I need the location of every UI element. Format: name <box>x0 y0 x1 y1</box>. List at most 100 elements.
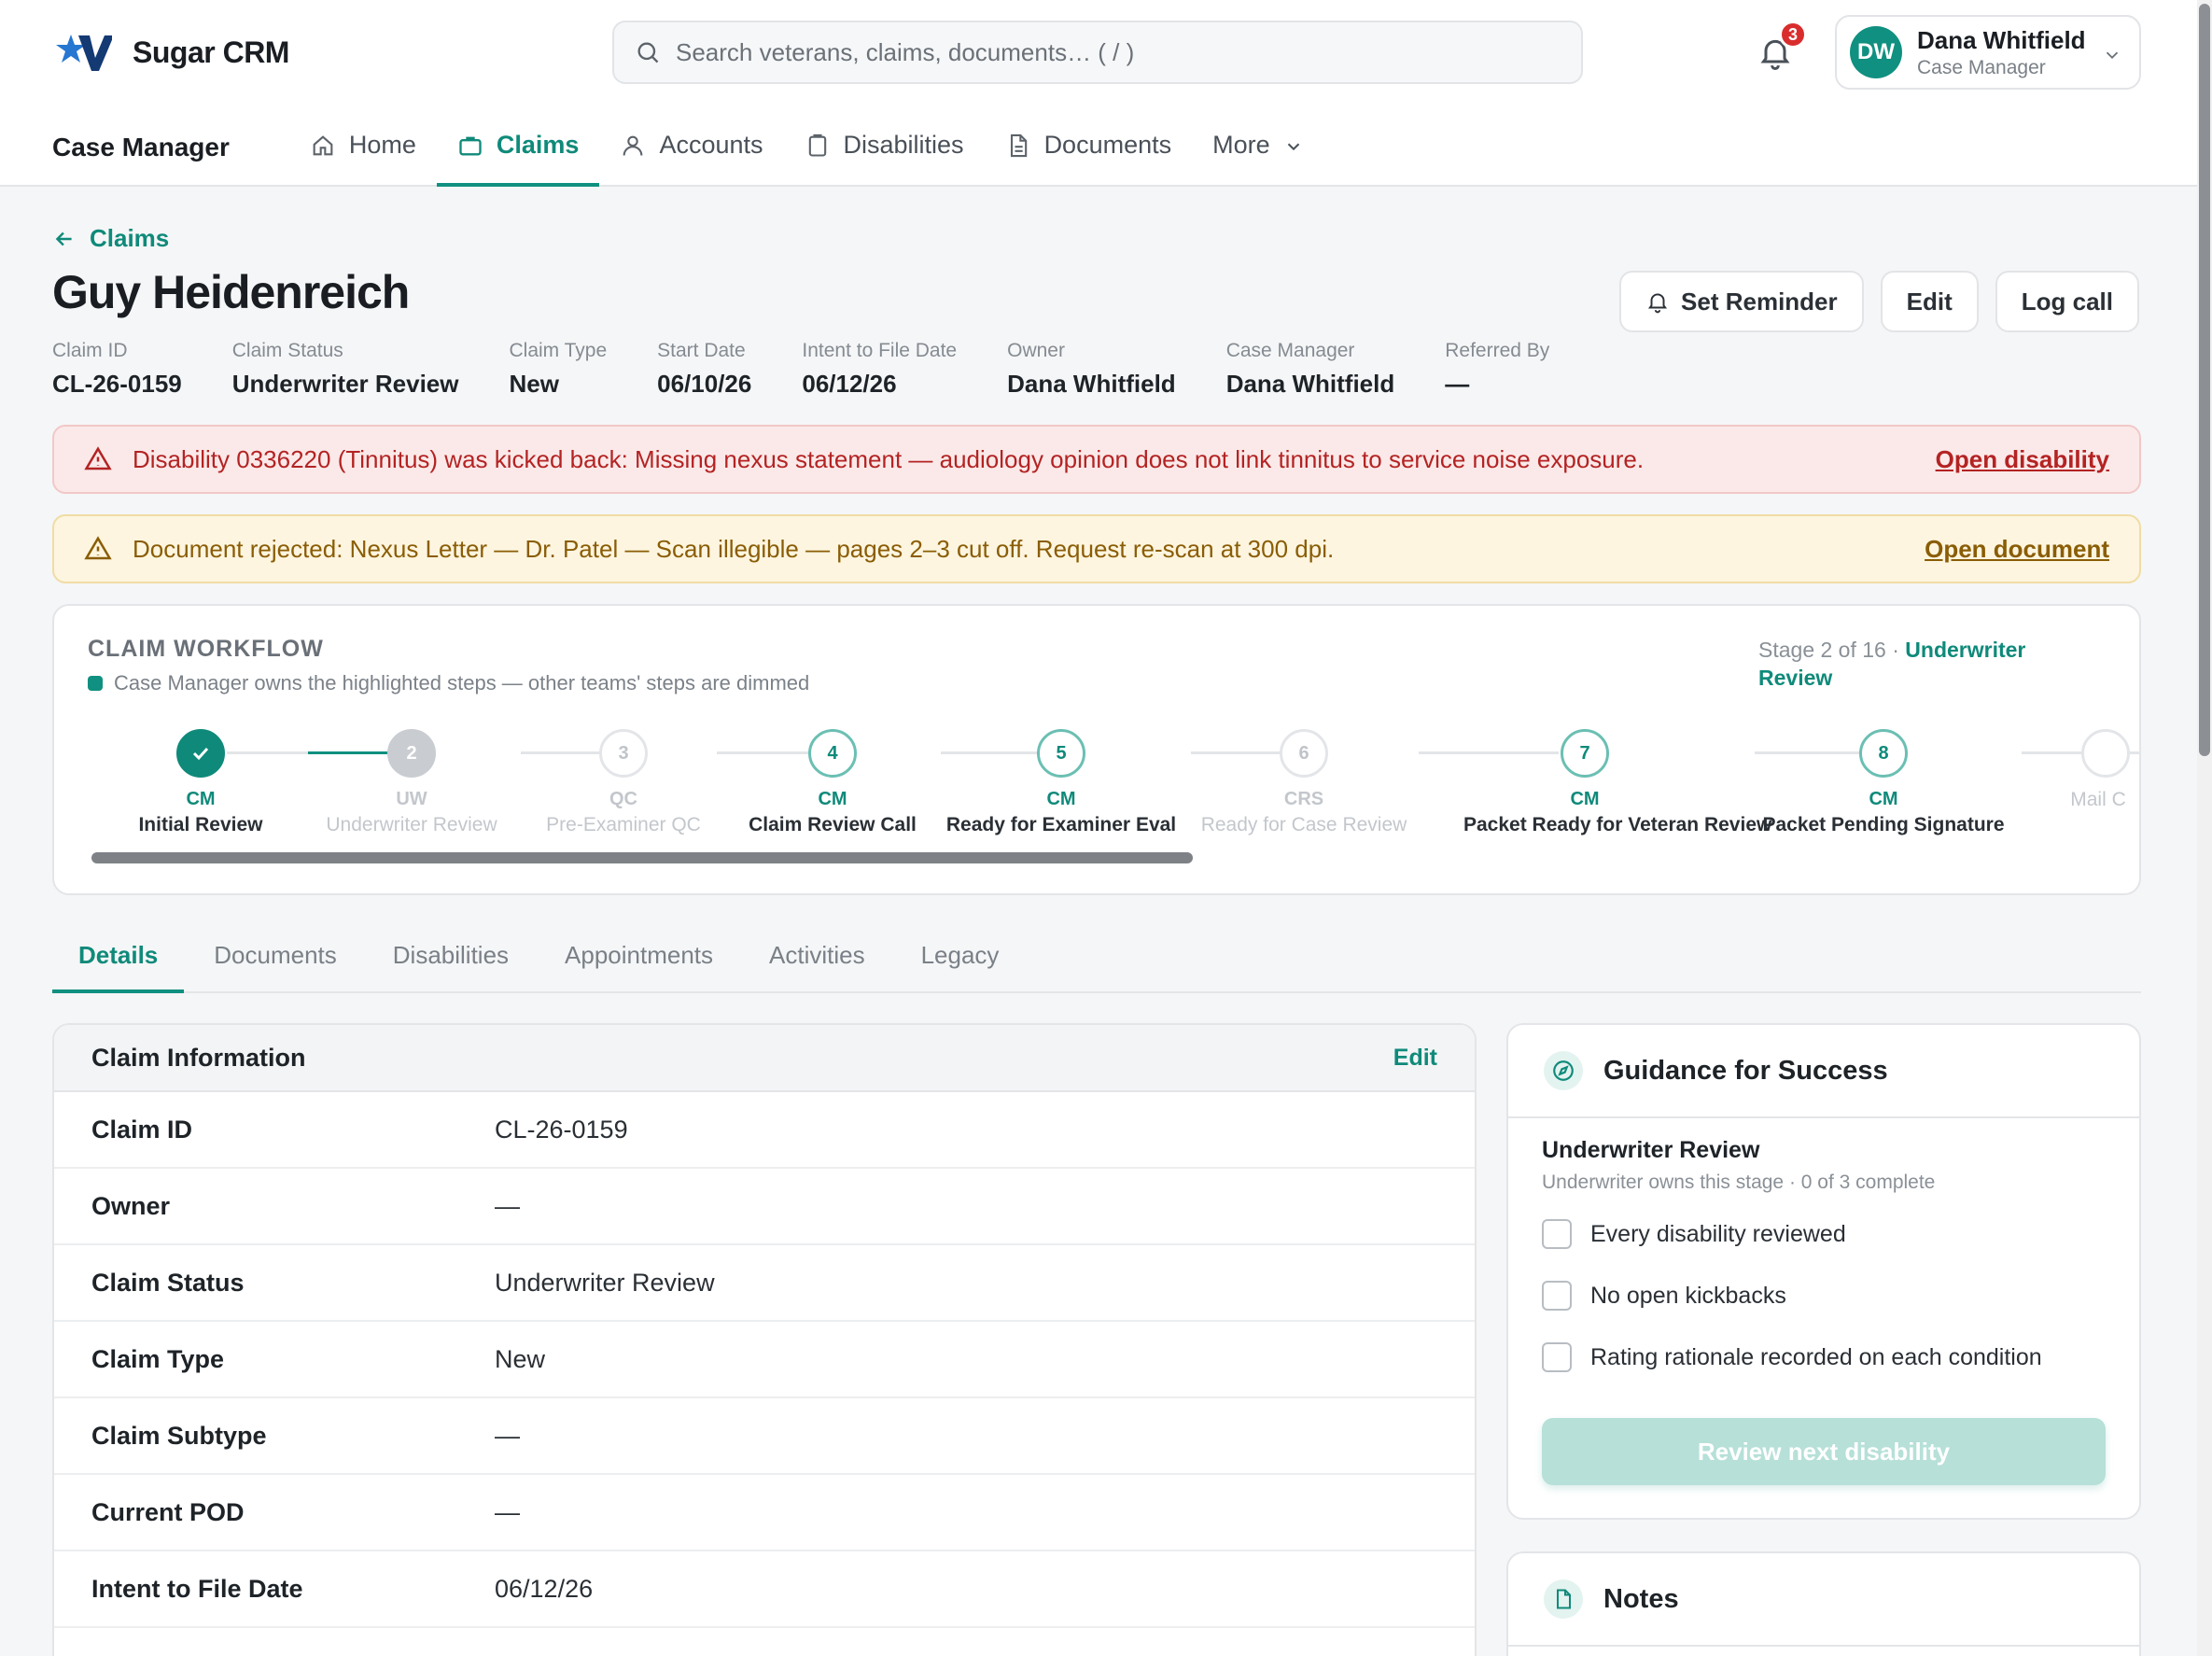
clipboard-icon <box>808 133 826 157</box>
tab-documents[interactable]: Documents <box>188 924 363 991</box>
workflow-step-8[interactable]: 8 CM Packet Pending Signature <box>1762 729 2005 836</box>
tab-activities[interactable]: Activities <box>743 924 891 991</box>
nav-item-disabilities[interactable]: Disabilities <box>784 121 985 187</box>
compass-icon <box>1544 1051 1583 1090</box>
info-row: Claim Status Underwriter Review <box>54 1245 1475 1322</box>
log-call-button[interactable]: Log call <box>1995 271 2139 332</box>
nav-item-claims[interactable]: Claims <box>436 121 600 187</box>
checklist-item[interactable]: No open kickbacks <box>1542 1274 2106 1317</box>
workflow-step-3[interactable]: 3 QC Pre-Examiner QC <box>502 729 745 836</box>
tab-appointments[interactable]: Appointments <box>539 924 739 991</box>
info-row: Claim Subtype — <box>54 1398 1475 1475</box>
chevron-down-icon <box>2106 51 2119 60</box>
open-document-link[interactable]: Open document <box>1925 535 2109 564</box>
document-rejected-message: Document rejected: Nexus Letter — Dr. Pa… <box>133 534 1335 563</box>
step-name: Initial Review <box>138 814 263 835</box>
meta-label: Start Date <box>657 340 746 361</box>
step-number: 5 <box>1037 729 1085 778</box>
tab-details[interactable]: Details <box>52 924 185 993</box>
info-value: — <box>495 1497 520 1526</box>
workflow-stage-indicator: Stage 2 of 16 · Underwriter Review <box>1758 636 2057 692</box>
meta-value: Dana Whitfield <box>1007 370 1176 398</box>
checkbox[interactable] <box>1542 1219 1572 1249</box>
sugar-logo-icon <box>56 35 112 71</box>
meta-value: 06/10/26 <box>657 370 752 398</box>
workflow-step-6[interactable]: 6 CRS Ready for Case Review <box>1183 729 1425 836</box>
info-value: Underwriter Review <box>495 1268 715 1297</box>
guidance-stage: Underwriter Review <box>1542 1137 1760 1163</box>
meta-value: 06/12/26 <box>802 370 897 398</box>
checkbox[interactable] <box>1542 1342 1572 1372</box>
page-scrollbar-thumb[interactable] <box>2199 4 2210 756</box>
workflow-scrollbar[interactable] <box>91 852 1193 863</box>
nav-item-label: Home <box>348 131 416 159</box>
stage-prefix: Stage 2 of 16 · <box>1758 638 1906 662</box>
info-row: Claim Type New <box>54 1322 1475 1398</box>
step-name: Ready for Examiner Eval <box>945 814 1177 835</box>
claim-info-edit-link[interactable]: Edit <box>1393 1045 1437 1072</box>
info-value: 06/12/26 <box>495 1574 594 1603</box>
meta-claim-type: Claim Type New <box>509 340 607 399</box>
step-number: 7 <box>1561 729 1609 778</box>
claim-information-panel: Claim Information Edit Claim ID CL-26-015… <box>52 1023 1477 1656</box>
nav-item-label: Claims <box>496 131 580 159</box>
workflow-step-5[interactable]: 5 CM Ready for Examiner Eval <box>940 729 1183 836</box>
user-menu[interactable]: DW Dana Whitfield Case Manager <box>1835 15 2141 90</box>
workflow-step-2[interactable]: 2 UW Underwriter Review <box>290 729 533 836</box>
checkbox[interactable] <box>1542 1281 1572 1311</box>
info-value: — <box>495 1421 520 1450</box>
search-icon <box>637 42 659 63</box>
nav-item-documents[interactable]: Documents <box>985 121 1193 187</box>
meta-intent-date: Intent to File Date 06/12/26 <box>802 340 957 399</box>
checklist-item[interactable]: Rating rationale recorded on each condit… <box>1542 1336 2106 1379</box>
workflow-title: CLAIM WORKFLOW <box>88 636 324 662</box>
nav-item-more[interactable]: More <box>1192 121 1324 187</box>
info-value: New <box>495 1344 546 1373</box>
set-reminder-button[interactable]: Set Reminder <box>1619 271 1864 332</box>
step-number: 8 <box>1859 729 1908 778</box>
warning-icon <box>84 536 112 560</box>
step-team: CM <box>1869 789 1898 809</box>
meta-owner: Owner Dana Whitfield <box>1007 340 1176 399</box>
open-disability-link[interactable]: Open disability <box>1936 445 2109 474</box>
step-number: 3 <box>599 729 648 778</box>
user-name: Dana Whitfield <box>1917 25 2086 54</box>
meta-start-date: Start Date 06/10/26 <box>657 340 751 399</box>
review-next-disability-button[interactable]: Review next disability <box>1542 1418 2106 1485</box>
home-icon <box>313 135 333 156</box>
step-team: QC <box>609 789 637 809</box>
breadcrumb-label: Claims <box>90 224 170 252</box>
search-input[interactable]: Search veterans, claims, documents… ( / … <box>612 21 1583 84</box>
step-name: Mail C <box>2070 789 2126 810</box>
meta-label: Claim Type <box>509 340 608 361</box>
nav-item-home[interactable]: Home <box>289 121 437 187</box>
nav-item-accounts[interactable]: Accounts <box>599 121 783 187</box>
notes-panel: Notes <box>1506 1551 2141 1656</box>
checklist-item[interactable]: Every disability reviewed <box>1542 1213 2106 1256</box>
workflow-step-9[interactable]: Mail C <box>2033 729 2139 811</box>
info-row: Owner — <box>54 1169 1475 1245</box>
search-placeholder: Search veterans, claims, documents… ( / … <box>676 37 1135 66</box>
workflow-legend: Case Manager owns the highlighted steps … <box>88 671 809 695</box>
breadcrumb-back[interactable]: Claims <box>52 224 169 253</box>
note-icon <box>1544 1579 1583 1619</box>
edit-button[interactable]: Edit <box>1880 271 1979 332</box>
workflow-step-7[interactable]: 7 CM Packet Ready for Veteran Review <box>1463 729 1771 836</box>
user-role: Case Manager <box>1917 56 2046 78</box>
workflow-step-1[interactable]: CM Initial Review <box>79 729 322 836</box>
notification-badge: 3 <box>1779 21 1807 49</box>
meta-claim-status: Claim Status Underwriter Review <box>232 340 459 399</box>
user-icon <box>623 135 643 156</box>
step-name: Ready for Case Review <box>1200 814 1407 835</box>
panel-title: Notes <box>1603 1583 1679 1614</box>
nav-title: Case Manager <box>52 133 230 161</box>
tab-disabilities[interactable]: Disabilities <box>367 924 535 991</box>
tab-legacy[interactable]: Legacy <box>895 924 1026 991</box>
workflow-legend-text: Case Manager owns the highlighted steps … <box>114 671 810 695</box>
step-team: UW <box>396 789 427 809</box>
step-name: Claim Review Call <box>749 814 917 835</box>
workflow-step-4[interactable]: 4 CM Claim Review Call <box>711 729 954 836</box>
record-tabs: Details Documents Disabilities Appointme… <box>52 924 2141 993</box>
app-logo[interactable]: Sugar CRM <box>52 32 289 73</box>
page-title: Guy Heidenreich <box>52 266 410 318</box>
